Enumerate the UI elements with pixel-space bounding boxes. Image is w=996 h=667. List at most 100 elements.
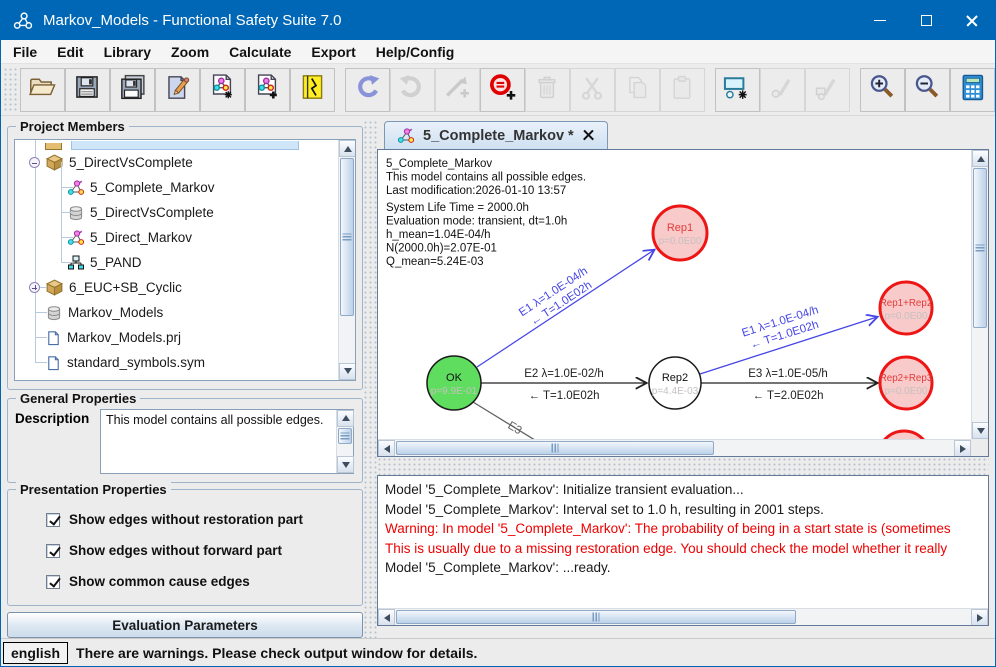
tree-item-6-euc-sb-cyclic[interactable]: 6_EUC+SB_Cyclic bbox=[15, 275, 338, 300]
tab-close-icon[interactable] bbox=[582, 129, 595, 142]
tree-item-markov-models-prj[interactable]: Markov_Models.prj bbox=[15, 325, 338, 350]
tree-guide-line bbox=[35, 312, 47, 313]
menu-library[interactable]: Library bbox=[94, 42, 161, 62]
state-node-rep2[interactable]: Rep2p=4.4E-03 bbox=[649, 357, 701, 409]
save-all-button[interactable] bbox=[110, 68, 155, 112]
tree-item-standard-symbols-sym[interactable]: standard_symbols.sym bbox=[15, 350, 338, 375]
cut-button bbox=[570, 68, 615, 112]
project-members-panel: Project Members bbox=[7, 126, 363, 390]
menu-calculate[interactable]: Calculate bbox=[219, 42, 301, 62]
edge-line[interactable] bbox=[477, 250, 654, 367]
tree-vertical-scrollbar[interactable] bbox=[338, 140, 355, 380]
toolbar-drag-handle[interactable] bbox=[3, 67, 17, 113]
checkbox-checked-icon[interactable] bbox=[46, 575, 60, 589]
scroll-left-button[interactable] bbox=[378, 609, 395, 626]
calculator-button[interactable] bbox=[950, 68, 995, 112]
arrow-down-icon bbox=[342, 462, 350, 468]
output-log[interactable]: Model '5_Complete_Markov': Initialize tr… bbox=[385, 480, 986, 607]
diagram-horizontal-scrollbar[interactable] bbox=[378, 439, 971, 456]
scroll-down-button[interactable] bbox=[337, 456, 354, 473]
scroll-right-button[interactable] bbox=[971, 609, 988, 626]
library-icon bbox=[299, 73, 326, 106]
expand-icon[interactable] bbox=[29, 282, 40, 293]
scrollbar-track[interactable] bbox=[972, 167, 988, 422]
diagram-info-line: N(2000.0h)=2.07E-01 bbox=[386, 242, 497, 254]
menu-zoom[interactable]: Zoom bbox=[161, 42, 219, 62]
collapse-icon[interactable] bbox=[29, 157, 40, 168]
state-node-ok[interactable]: OKp=9.9E-01 bbox=[427, 356, 481, 410]
arrow-down-icon bbox=[344, 368, 352, 374]
maximize-button[interactable] bbox=[903, 1, 949, 40]
menu-edit[interactable]: Edit bbox=[47, 42, 93, 62]
checkbox-show-edges-without-forward-part[interactable]: Show edges without forward part bbox=[46, 543, 362, 558]
scrollbar-thumb[interactable] bbox=[396, 441, 714, 455]
tab-5-complete-markov[interactable]: 5_Complete_Markov * bbox=[384, 121, 608, 149]
output-horizontal-scrollbar[interactable] bbox=[378, 608, 988, 625]
undo-button[interactable] bbox=[345, 68, 390, 112]
edge-line[interactable] bbox=[473, 402, 543, 441]
scrollbar-track[interactable] bbox=[337, 427, 353, 456]
description-input[interactable]: This model contains all possible edges. bbox=[101, 410, 336, 473]
zoom-out-button[interactable] bbox=[905, 68, 950, 112]
checkbox-show-edges-without-restoration-part[interactable]: Show edges without restoration part bbox=[46, 512, 362, 527]
tree-item-label: Markov_Models.prj bbox=[67, 330, 181, 345]
markov-diagram-canvas[interactable]: 5_Complete_MarkovThis model contains all… bbox=[378, 150, 973, 441]
scrollbar-track[interactable] bbox=[339, 157, 355, 363]
checkbox-label: Show edges without forward part bbox=[69, 543, 282, 558]
cut-icon bbox=[579, 74, 605, 106]
scrollbar-track[interactable] bbox=[395, 440, 954, 456]
menu-bar: FileEditLibraryZoomCalculateExportHelp/C… bbox=[1, 40, 995, 64]
minimize-button[interactable] bbox=[857, 1, 903, 40]
checkbox-checked-icon[interactable] bbox=[46, 544, 60, 558]
scrollbar-thumb[interactable] bbox=[973, 168, 987, 328]
evaluation-parameters-button[interactable]: Evaluation Parameters bbox=[7, 612, 363, 638]
description-scrollbar[interactable] bbox=[336, 410, 353, 473]
library-button[interactable] bbox=[290, 68, 335, 112]
horizontal-splitter[interactable] bbox=[377, 457, 989, 475]
scroll-down-button[interactable] bbox=[972, 422, 989, 439]
scroll-up-button[interactable] bbox=[339, 140, 356, 157]
state-node-rep1-rep2[interactable]: Rep1+Rep2p=0.0E00 bbox=[880, 282, 933, 334]
zoom-in-button[interactable] bbox=[860, 68, 905, 112]
add-model-button[interactable] bbox=[245, 68, 290, 112]
tree-item-partial-selected[interactable] bbox=[15, 140, 338, 150]
menu-file[interactable]: File bbox=[3, 42, 47, 62]
checkbox-show-common-cause-edges[interactable]: Show common cause edges bbox=[46, 574, 362, 589]
scrollbar-thumb[interactable] bbox=[396, 610, 796, 624]
add-restoration-edge-button[interactable] bbox=[480, 68, 525, 112]
new-model-button[interactable] bbox=[200, 68, 245, 112]
menu-help-config[interactable]: Help/Config bbox=[366, 42, 465, 62]
scrollbar-thumb[interactable] bbox=[340, 158, 354, 316]
diagram-vertical-scrollbar[interactable] bbox=[971, 150, 988, 439]
svg-text:Rep2+Rep3: Rep2+Rep3 bbox=[880, 373, 933, 384]
close-button[interactable] bbox=[949, 1, 995, 40]
vertical-splitter[interactable] bbox=[363, 120, 377, 638]
menu-export[interactable]: Export bbox=[301, 42, 365, 62]
scrollbar-corner bbox=[971, 439, 988, 456]
save-button[interactable] bbox=[65, 68, 110, 112]
close-icon bbox=[965, 14, 979, 28]
paste-icon bbox=[669, 74, 695, 106]
scroll-up-button[interactable] bbox=[972, 150, 989, 167]
state-node-rep1[interactable]: Rep1p=0.0E00 bbox=[653, 206, 707, 260]
paste-button bbox=[660, 68, 705, 112]
state-node-rep2-rep3[interactable]: Rep2+Rep3p=0.0E00 bbox=[880, 357, 933, 409]
scroll-down-button[interactable] bbox=[339, 363, 356, 380]
scroll-right-button[interactable] bbox=[954, 440, 971, 457]
open-button[interactable] bbox=[20, 68, 65, 112]
scrollbar-track[interactable] bbox=[395, 609, 971, 625]
checkbox-checked-icon[interactable] bbox=[46, 513, 60, 527]
add-forward-edge-icon bbox=[443, 73, 471, 106]
edit-properties-button[interactable] bbox=[155, 68, 200, 112]
diagram-info-line: System Life Time = 2000.0h bbox=[386, 202, 529, 214]
scroll-up-button[interactable] bbox=[337, 410, 354, 427]
scrollbar-thumb[interactable] bbox=[338, 428, 352, 444]
delete-button bbox=[525, 68, 570, 112]
tree-item-5-directvscomplete[interactable]: 5_DirectVsComplete bbox=[15, 150, 338, 175]
tree-item-markov-models[interactable]: Markov_Models bbox=[15, 300, 338, 325]
language-selector[interactable]: english bbox=[3, 642, 68, 664]
tree-item-label: 5_DirectVsComplete bbox=[90, 205, 214, 220]
scroll-left-button[interactable] bbox=[378, 440, 395, 457]
new-state-button[interactable] bbox=[715, 68, 760, 112]
tree-guide-line bbox=[35, 362, 47, 363]
